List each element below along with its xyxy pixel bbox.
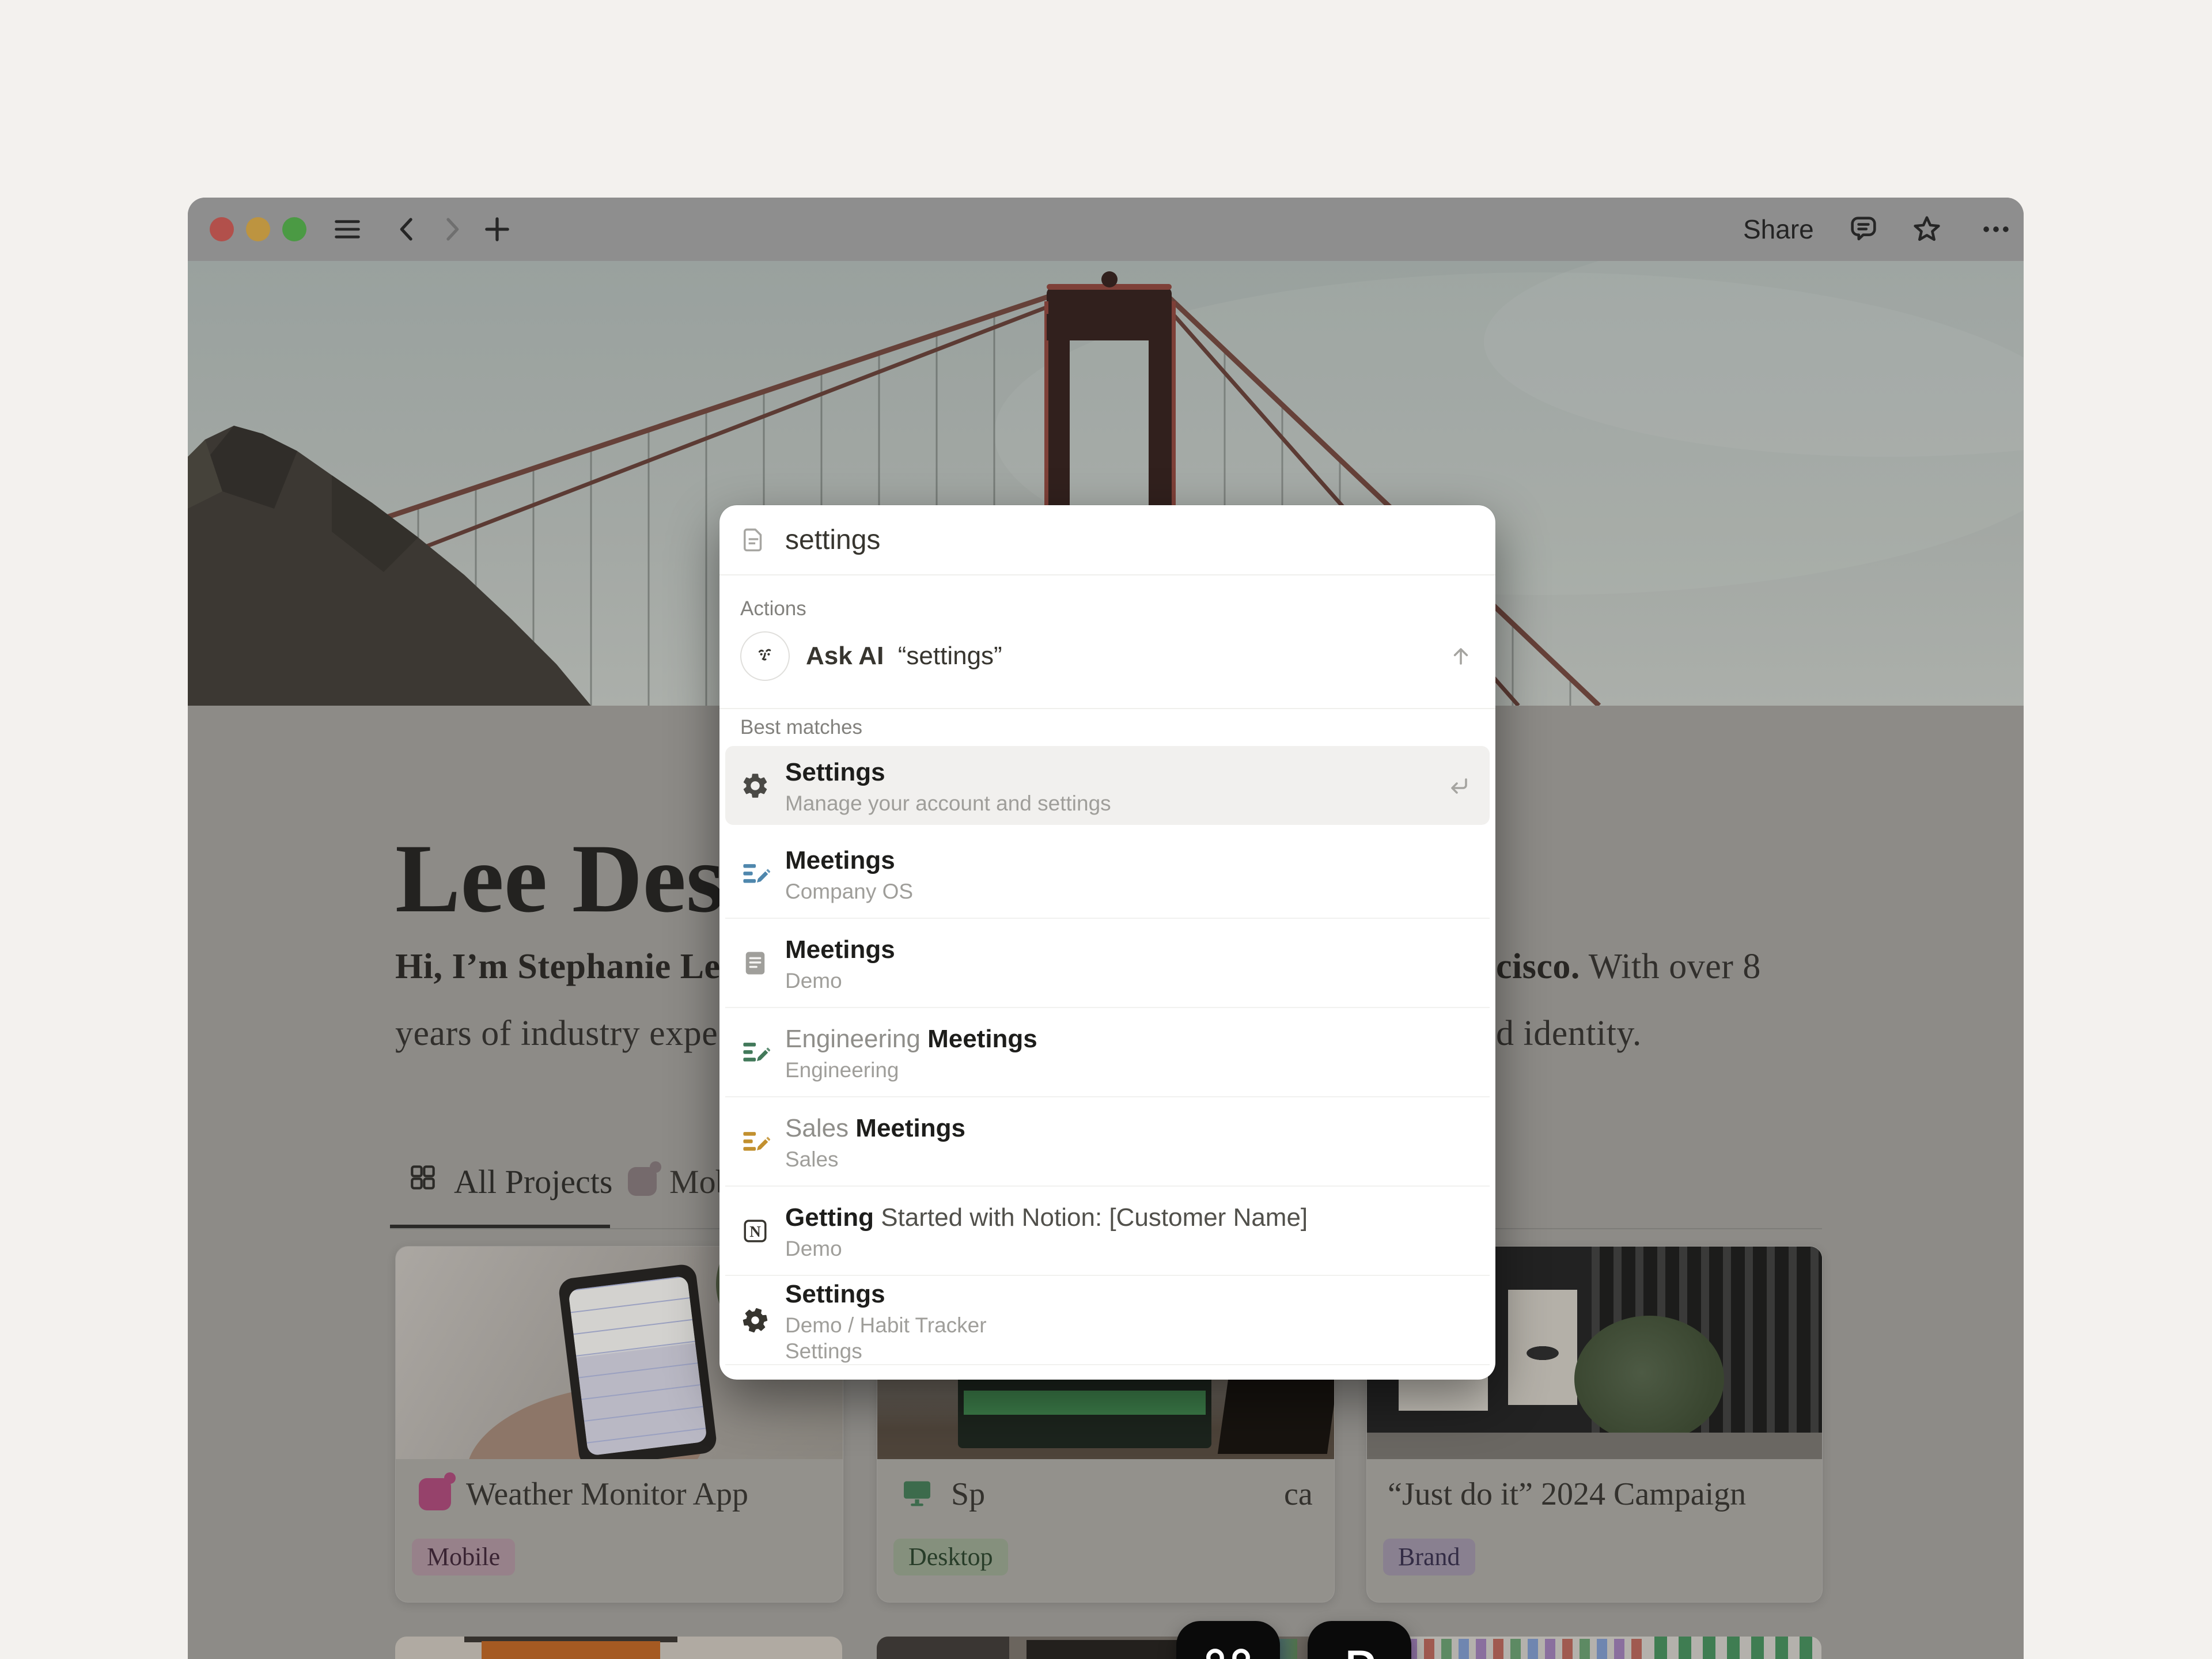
forward-icon[interactable] bbox=[435, 213, 468, 246]
search-result-row[interactable]: Settings Manage your account and settings bbox=[725, 746, 1490, 825]
intro-regular-fragment: With over 8 bbox=[1580, 947, 1761, 986]
window-titlebar: Share bbox=[188, 198, 2024, 261]
back-icon[interactable] bbox=[391, 213, 424, 246]
section-divider bbox=[719, 708, 1495, 709]
result-breadcrumb: Engineering bbox=[785, 1059, 1037, 1081]
intro-text-line1-left: Hi, I’m Stephanie Le bbox=[395, 946, 721, 987]
svg-text:N: N bbox=[749, 1222, 761, 1240]
notion-ai-face-icon bbox=[740, 631, 790, 681]
search-input[interactable]: settings bbox=[719, 505, 1495, 575]
more-options-icon[interactable] bbox=[1979, 213, 2013, 246]
result-text: Settings Demo / Habit Tracker Settings bbox=[785, 1279, 987, 1362]
sidebar-toggle-icon[interactable] bbox=[331, 213, 364, 246]
card-title: Weather Monitor App bbox=[466, 1476, 748, 1513]
database-pencil-icon bbox=[740, 859, 770, 889]
result-title: Sales Meetings bbox=[785, 1113, 965, 1144]
close-window-button[interactable] bbox=[210, 217, 234, 241]
result-text: Sales Meetings Sales bbox=[785, 1113, 965, 1170]
result-title: Getting Started with Notion: [Customer N… bbox=[785, 1202, 1308, 1233]
result-title: Settings bbox=[785, 1279, 987, 1310]
search-results-list: Settings Manage your account and settings… bbox=[719, 746, 1495, 1365]
result-breadcrumb: Settings bbox=[785, 1340, 987, 1362]
result-text: Settings Manage your account and settings bbox=[785, 757, 1111, 814]
gear-icon bbox=[740, 771, 770, 801]
result-text: Engineering Meetings Engineering bbox=[785, 1024, 1037, 1081]
database-pencil-icon bbox=[740, 1127, 770, 1157]
favorite-star-icon[interactable] bbox=[1910, 213, 1944, 246]
ask-ai-bold: Ask AI bbox=[806, 642, 884, 670]
result-breadcrumb: Demo bbox=[785, 970, 895, 991]
search-query-text: settings bbox=[785, 524, 880, 556]
result-breadcrumb: Demo bbox=[785, 1238, 1308, 1259]
up-arrow-icon bbox=[1447, 642, 1475, 670]
ask-ai-action[interactable]: Ask AI “settings” bbox=[725, 628, 1490, 684]
search-result-row[interactable]: Meetings Demo bbox=[725, 919, 1490, 1008]
intro-bold-fragment: cisco. bbox=[1496, 947, 1580, 986]
result-title: Meetings bbox=[785, 934, 895, 965]
card-badge-desktop: Desktop bbox=[893, 1539, 1008, 1575]
desktop-background: Share bbox=[0, 0, 2212, 1659]
comments-icon[interactable] bbox=[1847, 213, 1880, 246]
intro-text-line1-right: cisco. With over 8 bbox=[1496, 946, 1761, 987]
result-title: Meetings bbox=[785, 845, 913, 876]
result-text: Meetings Demo bbox=[785, 934, 895, 991]
ask-ai-query: “settings” bbox=[898, 642, 1002, 670]
notion-logo-icon: N bbox=[740, 1216, 770, 1246]
database-pencil-icon bbox=[740, 1037, 770, 1067]
green-monitor-icon bbox=[900, 1476, 934, 1513]
intro-text-line2-right: d identity. bbox=[1496, 1013, 1642, 1054]
result-breadcrumb: Demo / Habit Tracker bbox=[785, 1315, 987, 1336]
card-badge-brand: Brand bbox=[1383, 1539, 1475, 1575]
document-icon bbox=[740, 948, 770, 978]
project-card-partial[interactable] bbox=[395, 1637, 842, 1659]
card-badge-mobile: Mobile bbox=[412, 1539, 515, 1575]
result-title: Settings bbox=[785, 757, 1111, 788]
project-card-partial[interactable] bbox=[1366, 1637, 1821, 1659]
search-modal: settings Actions Ask AI “settings” Best … bbox=[719, 505, 1495, 1380]
search-result-row[interactable]: N Getting Started with Notion: [Customer … bbox=[725, 1187, 1490, 1276]
return-icon bbox=[1445, 772, 1472, 800]
new-page-icon[interactable] bbox=[480, 213, 514, 246]
gear8-icon bbox=[740, 1305, 770, 1335]
result-title: Engineering Meetings bbox=[785, 1024, 1037, 1055]
result-breadcrumb: Company OS bbox=[785, 881, 913, 902]
share-button[interactable]: Share bbox=[1743, 213, 1814, 246]
search-result-row[interactable]: Meetings Company OS bbox=[725, 830, 1490, 919]
tab-all-projects[interactable]: All Projects bbox=[407, 1158, 612, 1205]
mobile-app-icon bbox=[628, 1167, 657, 1196]
ask-ai-label: Ask AI “settings” bbox=[806, 642, 1002, 671]
grid-icon bbox=[407, 1161, 439, 1202]
document-icon bbox=[739, 525, 768, 554]
tab-label: All Projects bbox=[454, 1162, 612, 1201]
actions-section-label: Actions bbox=[740, 597, 1495, 622]
page-title: Lee Desi bbox=[395, 823, 751, 935]
zoom-window-button[interactable] bbox=[282, 217, 306, 241]
card-title-fragment: Sp bbox=[951, 1476, 985, 1513]
tab-mobile[interactable]: Mob bbox=[628, 1158, 733, 1205]
result-breadcrumb: Manage your account and settings bbox=[785, 793, 1111, 814]
minimize-window-button[interactable] bbox=[246, 217, 270, 241]
result-breadcrumb: Sales bbox=[785, 1149, 965, 1170]
result-text: Getting Started with Notion: [Customer N… bbox=[785, 1202, 1308, 1259]
intro-text-line2-left: years of industry expe bbox=[395, 1013, 718, 1054]
search-result-row[interactable]: Engineering Meetings Engineering bbox=[725, 1008, 1490, 1097]
pink-app-icon bbox=[419, 1478, 451, 1510]
p-keycap: P bbox=[1308, 1621, 1411, 1659]
result-text: Meetings Company OS bbox=[785, 845, 913, 902]
card-title: “Just do it” 2024 Campaign bbox=[1388, 1476, 1746, 1513]
best-matches-section-label: Best matches bbox=[740, 716, 1495, 740]
cmd-keycap: ⌘ bbox=[1176, 1621, 1280, 1659]
search-result-row[interactable]: Sales Meetings Sales bbox=[725, 1097, 1490, 1187]
search-result-row[interactable]: Settings Demo / Habit Tracker Settings bbox=[725, 1276, 1490, 1365]
card-title-fragment: ca bbox=[1284, 1476, 1313, 1513]
